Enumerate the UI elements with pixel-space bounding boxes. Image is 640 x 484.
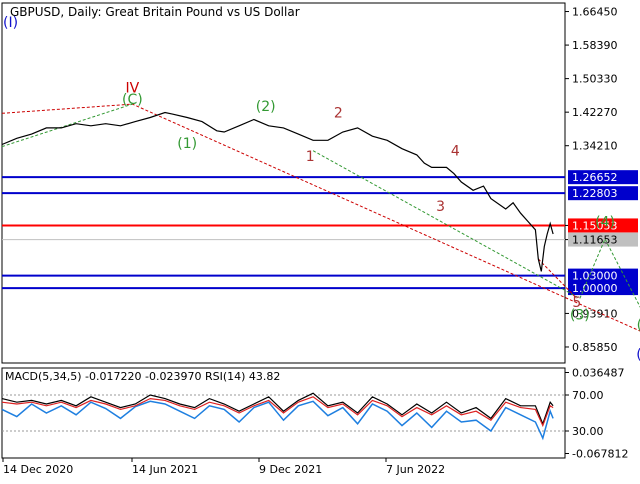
y-tick-label: 1.58390 [572, 39, 618, 52]
y-tick-label: 1.50330 [572, 73, 618, 86]
level-price-label: 1.03000 [572, 270, 618, 283]
x-tick-label: 7 Jun 2022 [386, 463, 445, 476]
indicator-tick-label: -0.067812 [572, 448, 628, 461]
chart-title: GBPUSD, Daily: Great Britain Pound vs US… [10, 5, 300, 19]
wave-label: (1) [177, 136, 197, 152]
corner-wave-label: (I) [3, 15, 18, 31]
y-tick-label: 1.34210 [572, 140, 618, 153]
wave-label: (4) [595, 214, 615, 230]
y-tick-label: 1.66450 [572, 6, 618, 19]
level-price-label: 1.26652 [572, 171, 618, 184]
indicator-tick-label: 30.00 [572, 425, 604, 438]
wave-label: 3 [436, 199, 445, 215]
wave-label: 1 [306, 149, 315, 165]
level-price-label: 1.11653 [572, 234, 618, 247]
wave-label: (3) [570, 307, 590, 323]
wave-label: (2) [256, 99, 276, 115]
indicator-tick-label: 0.036487 [572, 367, 625, 380]
chart-svg: 1.664501.583901.503301.422701.342101.150… [1, 2, 640, 476]
wave-label: 2 [334, 105, 343, 121]
wave-label: (V) [636, 347, 640, 363]
x-tick-label: 14 Jun 2021 [132, 463, 198, 476]
level-price-label: 1.22803 [572, 187, 618, 200]
y-tick-label: 1.42270 [572, 106, 618, 119]
wave-label: (5) [637, 318, 640, 334]
indicator-title: MACD(5,34,5) -0.017220 -0.023970 RSI(14)… [5, 370, 280, 383]
indicator-tick-label: 70.00 [572, 389, 604, 402]
chart-root: 1.664501.583901.503301.422701.342101.150… [0, 0, 640, 480]
wave-label: 4 [451, 144, 460, 160]
y-tick-label: 0.85850 [572, 341, 618, 354]
level-price-label: 1.00000 [572, 282, 618, 295]
main-plot-frame [1, 2, 566, 364]
wave-label: (C) [122, 92, 143, 108]
x-tick-label: 14 Dec 2020 [3, 463, 73, 476]
x-tick-label: 9 Dec 2021 [259, 463, 322, 476]
